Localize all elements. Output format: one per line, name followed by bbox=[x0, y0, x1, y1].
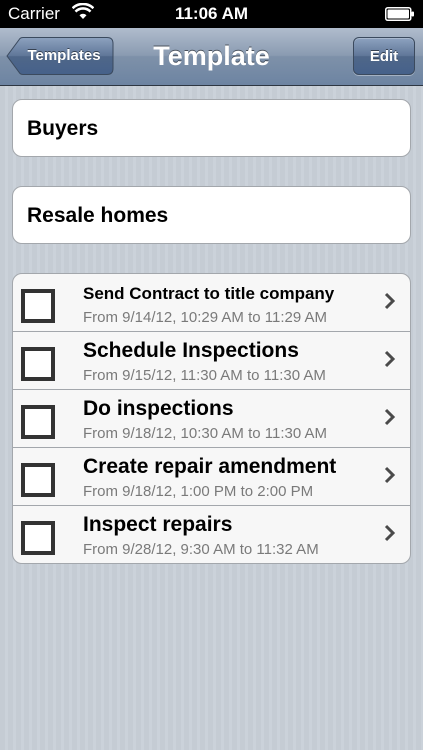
navigation-bar: Template Templates Edit bbox=[0, 28, 423, 86]
task-row[interactable]: Do inspections From 9/18/12, 10:30 AM to… bbox=[13, 390, 410, 448]
task-date-range: From 9/18/12, 1:00 PM to 2:00 PM bbox=[83, 483, 314, 500]
template-category-value: Resale homes bbox=[27, 204, 169, 227]
task-date-range: From 9/18/12, 10:30 AM to 11:30 AM bbox=[83, 425, 328, 442]
task-checkbox[interactable] bbox=[21, 347, 55, 381]
task-checkbox[interactable] bbox=[21, 521, 55, 555]
template-category-field[interactable]: Resale homes bbox=[12, 186, 411, 244]
task-title: Do inspections bbox=[83, 397, 234, 420]
task-checkbox[interactable] bbox=[21, 289, 55, 323]
task-row[interactable]: Inspect repairs From 9/28/12, 9:30 AM to… bbox=[13, 506, 410, 563]
chevron-right-icon bbox=[384, 350, 396, 373]
clock: 11:06 AM bbox=[174, 4, 249, 23]
task-date-range: From 9/28/12, 9:30 AM to 11:32 AM bbox=[83, 541, 319, 558]
chevron-right-icon bbox=[384, 466, 396, 489]
task-row[interactable]: Send Contract to title company From 9/14… bbox=[13, 274, 410, 332]
template-name-field[interactable]: Buyers bbox=[12, 99, 411, 157]
status-bar: Carrier 11:06 AM bbox=[0, 0, 423, 28]
task-checkbox[interactable] bbox=[21, 405, 55, 439]
battery-icon bbox=[385, 6, 415, 26]
template-name-value: Buyers bbox=[27, 117, 99, 140]
chevron-right-icon bbox=[384, 292, 396, 315]
back-button-label: Templates bbox=[27, 47, 101, 64]
edit-button[interactable]: Edit bbox=[353, 37, 415, 75]
task-title: Send Contract to title company bbox=[83, 284, 335, 303]
task-title: Inspect repairs bbox=[83, 513, 233, 536]
task-list: Send Contract to title company From 9/14… bbox=[12, 273, 411, 564]
task-row[interactable]: Schedule Inspections From 9/15/12, 11:30… bbox=[13, 332, 410, 390]
chevron-right-icon bbox=[384, 524, 396, 547]
chevron-right-icon bbox=[384, 408, 396, 431]
task-title: Create repair amendment bbox=[83, 455, 337, 478]
task-date-range: From 9/14/12, 10:29 AM to 11:29 AM bbox=[83, 309, 328, 326]
task-title: Schedule Inspections bbox=[83, 339, 299, 362]
task-row[interactable]: Create repair amendment From 9/18/12, 1:… bbox=[13, 448, 410, 506]
task-checkbox[interactable] bbox=[21, 463, 55, 497]
task-date-range: From 9/15/12, 11:30 AM to 11:30 AM bbox=[83, 367, 326, 384]
